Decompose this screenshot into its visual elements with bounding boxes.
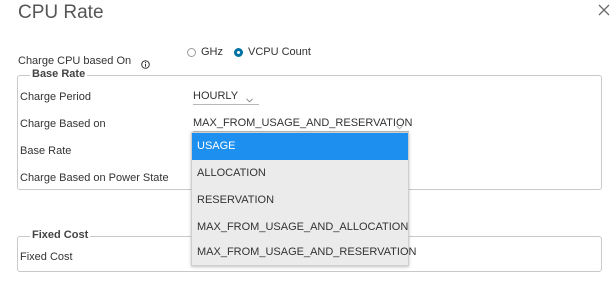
base-rate-label: Base Rate: [20, 145, 72, 157]
dialog-title: CPU Rate: [18, 2, 104, 23]
charge-based-on-dropdown: USAGE ALLOCATION RESERVATION MAX_FROM_US…: [191, 132, 416, 266]
charge-period-select[interactable]: HOURLY: [193, 90, 259, 105]
dropdown-option-allocation[interactable]: ALLOCATION: [192, 160, 408, 187]
chevron-down-icon: [396, 121, 403, 130]
charge-cpu-label: Charge CPU based On: [18, 55, 132, 67]
charge-based-on-value: MAX_FROM_USAGE_AND_RESERVATION: [193, 117, 413, 129]
base-rate-legend: Base Rate: [30, 68, 88, 80]
fixed-cost-legend: Fixed Cost: [30, 229, 91, 241]
dropdown-option-usage[interactable]: USAGE: [192, 133, 408, 160]
charge-period-label: Charge Period: [20, 91, 91, 103]
radio-vcpu-count-label[interactable]: VCPU Count: [248, 46, 311, 58]
chevron-down-icon: [246, 94, 253, 103]
dropdown-option-max-usage-reservation[interactable]: MAX_FROM_USAGE_AND_RESERVATION: [192, 239, 416, 266]
dropdown-option-max-usage-allocation[interactable]: MAX_FROM_USAGE_AND_ALLOCATION: [192, 214, 408, 241]
power-state-label: Charge Based on Power State: [20, 172, 169, 184]
charge-based-on-select[interactable]: MAX_FROM_USAGE_AND_RESERVATION: [193, 117, 413, 132]
radio-ghz-label[interactable]: GHz: [201, 46, 223, 58]
dropdown-option-reservation[interactable]: RESERVATION: [192, 187, 408, 214]
info-icon[interactable]: [141, 56, 150, 69]
radio-vcpu-count[interactable]: [234, 48, 243, 57]
charge-period-value: HOURLY: [193, 90, 239, 102]
close-icon[interactable]: [596, 2, 612, 18]
fixed-cost-label: Fixed Cost: [20, 251, 73, 263]
radio-ghz[interactable]: [187, 48, 196, 57]
charge-based-on-label: Charge Based on: [20, 118, 106, 130]
